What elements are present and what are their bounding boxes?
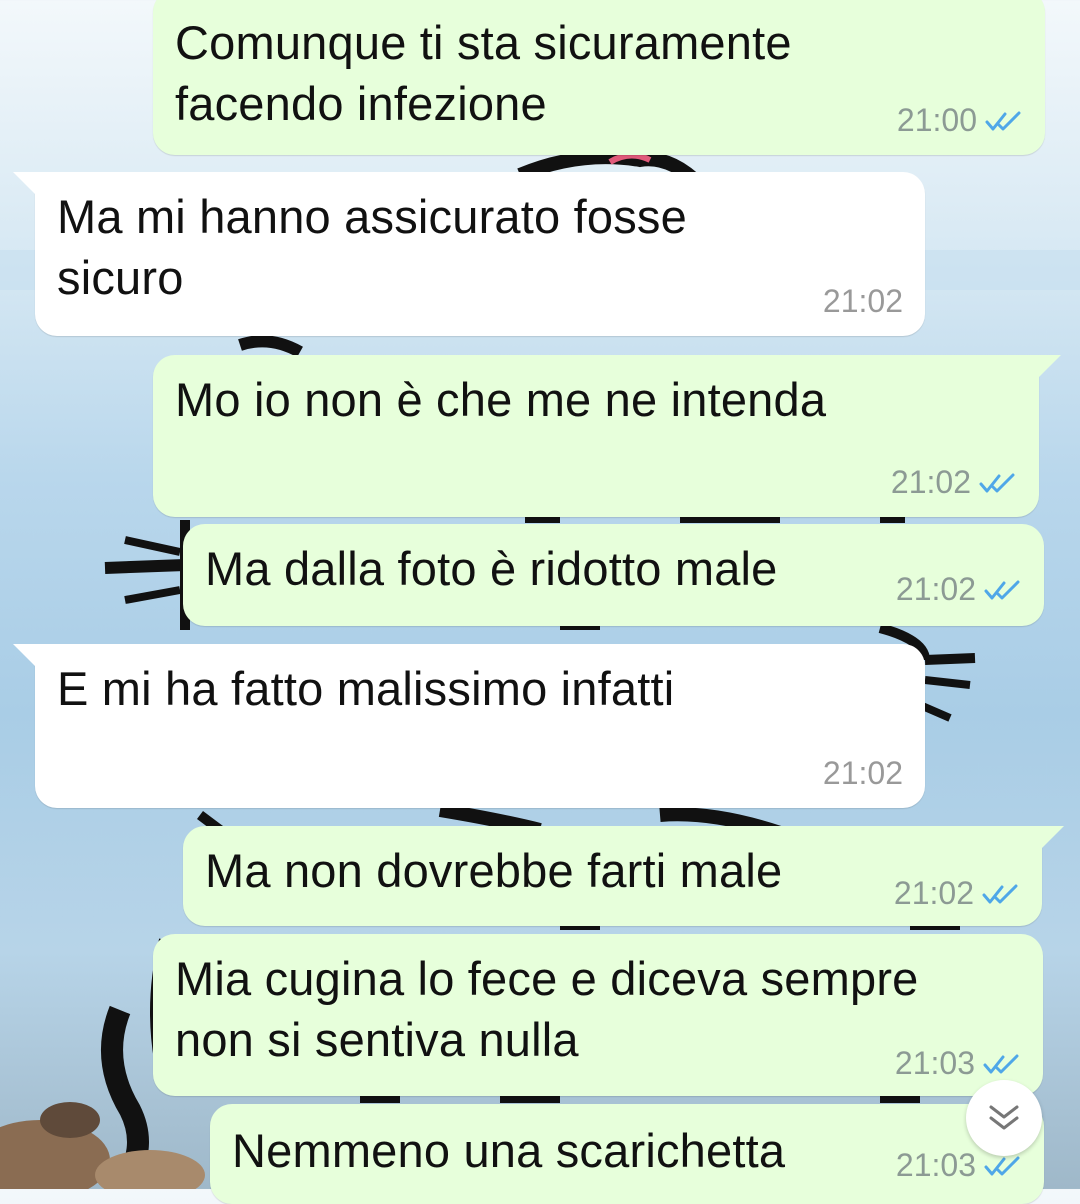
message-bubble-outgoing[interactable]: Mia cugina lo fece e diceva sempre non s…: [153, 934, 1043, 1096]
message-time: 21:02: [822, 283, 903, 319]
message-meta: 21:02: [891, 464, 1017, 501]
message-bubble-outgoing[interactable]: Mo io non è che me ne intenda 21:02: [153, 355, 1061, 517]
scroll-to-bottom-button[interactable]: [966, 1080, 1042, 1156]
message-list[interactable]: Comunque ti sta sicuramente facendo infe…: [0, 0, 1080, 1204]
message-bubble-outgoing[interactable]: Nemmeno una scarichetta 21:03: [210, 1104, 1044, 1204]
double-chevron-down-icon: [989, 1105, 1019, 1130]
message-bubble-incoming[interactable]: E mi ha fatto malissimo infatti 21:02: [13, 644, 925, 808]
message-time: 21:03: [894, 1045, 975, 1081]
double-check-icon: [984, 1156, 1020, 1175]
message-bubble-outgoing[interactable]: Comunque ti sta sicuramente facendo infe…: [153, 0, 1045, 155]
double-check-icon: [985, 111, 1021, 130]
message-meta: 21:03: [895, 1045, 1021, 1082]
message-bubble-incoming[interactable]: Ma mi hanno assicurato fosse sicuro 21:0…: [13, 172, 925, 336]
message-meta: 21:02: [894, 875, 1020, 912]
message-meta: 21:00: [897, 102, 1023, 139]
message-time: 21:02: [822, 755, 903, 791]
message-text: Comunque ti sta sicuramente facendo infe…: [175, 16, 792, 130]
message-text: E mi ha fatto malissimo infatti: [57, 662, 675, 715]
double-check-icon: [983, 1054, 1019, 1073]
message-bubble-outgoing[interactable]: Ma dalla foto è ridotto male 21:02: [183, 524, 1044, 626]
message-meta: 21:02: [823, 283, 903, 320]
double-check-icon: [984, 580, 1020, 599]
double-check-icon: [982, 884, 1018, 903]
double-check-icon: [979, 473, 1015, 492]
message-time: 21:02: [890, 464, 971, 500]
message-bubble-outgoing[interactable]: Ma non dovrebbe farti male 21:02: [183, 826, 1064, 926]
message-text: Ma mi hanno assicurato fosse sicuro: [57, 190, 687, 304]
message-time: 21:03: [895, 1147, 976, 1183]
message-meta: 21:02: [896, 571, 1022, 608]
message-meta: 21:02: [823, 755, 903, 792]
message-time: 21:02: [895, 571, 976, 607]
message-time: 21:00: [896, 102, 977, 138]
message-time: 21:02: [893, 875, 974, 911]
message-text: Mo io non è che me ne intenda: [175, 373, 827, 426]
